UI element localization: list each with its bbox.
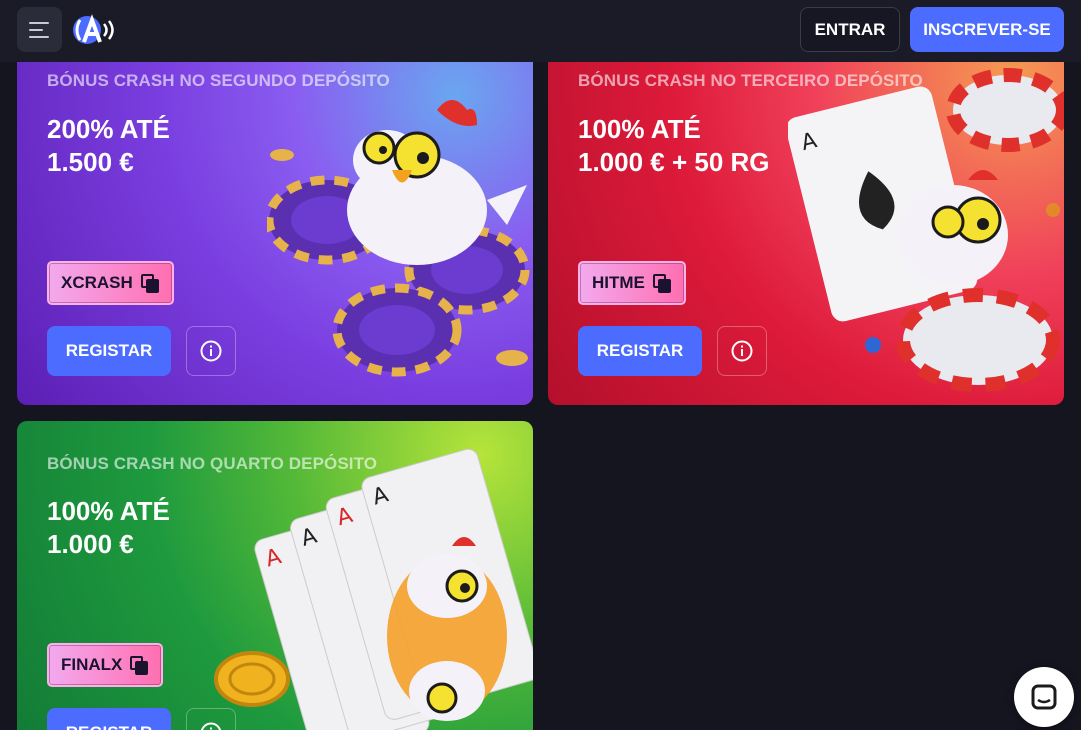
promo-card-third-deposit: BÓNUS CRASH NO TERCEIRO DEPÓSITO 100% AT… [548,40,1064,405]
copy-icon[interactable] [140,273,160,293]
info-icon [731,340,753,362]
promo-kicker: BÓNUS CRASH NO SEGUNDO DEPÓSITO [47,71,390,90]
register-button[interactable]: REGISTAR [47,326,171,376]
register-button[interactable]: REGISTAR [47,708,171,730]
copy-icon[interactable] [130,655,149,675]
chat-support-icon [1031,684,1057,710]
info-button[interactable] [186,708,236,730]
promo-code: XCRASH [61,273,133,292]
info-icon [200,340,222,362]
register-button[interactable]: REGISTAR [578,326,702,376]
info-button[interactable] [717,326,767,376]
ace-chicken-chips-illustration: A [788,68,1064,392]
promo-code-chip[interactable]: HITME [578,261,686,305]
top-header: ENTRAR INSCREVER-SE [0,0,1081,62]
brand-logo-icon[interactable] [70,12,120,48]
promo-code-chip[interactable]: FINALX [47,643,164,687]
copy-icon[interactable] [652,273,672,293]
hamburger-menu-icon [29,21,49,24]
chicken-chips-illustration [267,100,530,377]
promo-code: FINALX [61,655,123,674]
promo-title: 100% ATÉ 1.000 € + 50 RG [578,114,770,177]
menu-button[interactable] [17,7,62,52]
info-button[interactable] [186,326,236,376]
promo-code-chip[interactable]: XCRASH [47,261,174,305]
info-icon [200,722,222,730]
promo-title: 200% ATÉ 1.500 € [47,114,170,177]
promo-title: 100% ATÉ 1.000 € [47,496,170,559]
chat-support-button[interactable] [1014,667,1074,727]
promo-card-second-deposit: BÓNUS CRASH NO SEGUNDO DEPÓSITO 200% ATÉ… [17,40,533,405]
gold-coin-illustration [214,651,290,707]
login-button[interactable]: ENTRAR [800,7,900,52]
promo-code: HITME [592,273,645,292]
signup-button[interactable]: INSCREVER-SE [910,7,1064,52]
promo-card-fourth-deposit: BÓNUS CRASH NO QUARTO DEPÓSITO 100% ATÉ … [17,421,533,730]
